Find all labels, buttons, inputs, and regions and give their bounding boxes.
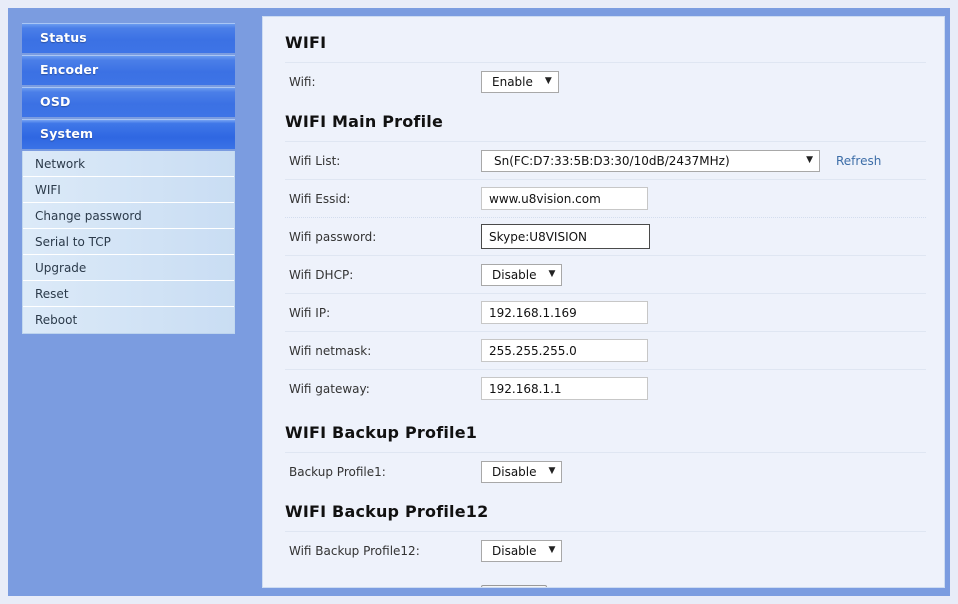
sidebar-subitem-label: Reset: [35, 287, 69, 301]
sidebar: Status Encoder OSD System Network WIFI C…: [22, 23, 235, 334]
content-panel: WIFI Wifi: Enable ▼ WIFI Main Profile Wi…: [262, 16, 945, 588]
apply-button[interactable]: Apply: [481, 585, 548, 587]
backup-profile1-select[interactable]: Disable ▼: [481, 460, 563, 483]
apply-spacer: [285, 585, 481, 587]
wifi-netmask-label: Wifi netmask:: [289, 343, 372, 358]
sidebar-item-serial-to-tcp[interactable]: Serial to TCP: [23, 229, 234, 255]
sidebar-item-status[interactable]: Status: [22, 23, 235, 53]
wifi-dhcp-select[interactable]: Disable ▼: [481, 263, 563, 286]
wifi-password-input[interactable]: [481, 224, 650, 249]
row-wifi-essid: Wifi Essid:: [285, 179, 926, 218]
row-wifi-netmask: Wifi netmask:: [285, 331, 926, 369]
wifi-dhcp-label: Wifi DHCP:: [289, 267, 354, 282]
sidebar-subitem-label: WIFI: [35, 183, 61, 197]
sidebar-item-label: System: [40, 126, 94, 141]
wifi-netmask-input[interactable]: [481, 339, 648, 362]
backup-profile1-value: Disable: [492, 464, 537, 479]
section-title-backup-profile12: WIFI Backup Profile12: [285, 502, 489, 521]
sidebar-item-change-password[interactable]: Change password: [23, 203, 234, 229]
row-wifi-dhcp: Wifi DHCP: Disable ▼: [285, 255, 926, 293]
backup-profile12-value: Disable: [492, 543, 537, 558]
row-backup-profile1: Backup Profile1: Disable ▼: [285, 452, 926, 490]
row-wifi-password: Wifi password:: [285, 218, 926, 255]
sidebar-subitem-label: Reboot: [35, 313, 78, 327]
sidebar-item-network[interactable]: Network: [23, 151, 234, 177]
sidebar-item-label: Encoder: [40, 62, 99, 77]
row-wifi-gateway: Wifi gateway:: [285, 369, 926, 407]
chevron-down-icon: ▼: [548, 466, 556, 476]
sidebar-item-osd[interactable]: OSD: [22, 87, 235, 117]
backup-profile1-label: Backup Profile1:: [289, 464, 386, 479]
sidebar-subitem-label: Serial to TCP: [35, 235, 111, 249]
wifi-essid-label: Wifi Essid:: [289, 191, 351, 206]
wifi-ip-input[interactable]: [481, 301, 648, 324]
refresh-link[interactable]: Refresh: [836, 154, 881, 168]
wifi-list-value: Sn(FC:D7:33:5B:D3:30/10dB/2437MHz): [494, 153, 730, 168]
chevron-down-icon: ▼: [806, 155, 813, 165]
sidebar-item-system[interactable]: System: [22, 119, 235, 149]
wifi-ip-label: Wifi IP:: [289, 305, 331, 320]
section-title-main-profile: WIFI Main Profile: [285, 112, 444, 131]
sidebar-item-encoder[interactable]: Encoder: [22, 55, 235, 85]
row-wifi: Wifi: Enable ▼: [285, 62, 926, 100]
backup-profile12-select[interactable]: Disable ▼: [481, 539, 563, 562]
row-backup-profile12: Wifi Backup Profile12: Disable ▼: [285, 531, 926, 569]
wifi-password-label: Wifi password:: [289, 229, 377, 244]
sidebar-subitem-label: Upgrade: [35, 261, 87, 275]
sidebar-item-wifi[interactable]: WIFI: [23, 177, 234, 203]
app-frame: Status Encoder OSD System Network WIFI C…: [8, 8, 950, 596]
apply-row: Apply: [285, 569, 926, 587]
sidebar-item-reset[interactable]: Reset: [23, 281, 234, 307]
section-title-backup-profile1: WIFI Backup Profile1: [285, 423, 478, 442]
wifi-gateway-input[interactable]: [481, 377, 648, 400]
row-wifi-ip: Wifi IP:: [285, 293, 926, 331]
wifi-gateway-label: Wifi gateway:: [289, 381, 370, 396]
backup-profile12-label: Wifi Backup Profile12:: [289, 543, 420, 558]
sidebar-item-reboot[interactable]: Reboot: [23, 307, 234, 333]
wifi-dhcp-value: Disable: [492, 267, 537, 282]
wifi-label: Wifi:: [289, 74, 316, 89]
sidebar-item-upgrade[interactable]: Upgrade: [23, 255, 234, 281]
row-wifi-list: Wifi List: Sn(FC:D7:33:5B:D3:30/10dB/243…: [285, 141, 926, 179]
sidebar-item-label: Status: [40, 30, 87, 45]
chevron-down-icon: ▼: [548, 269, 556, 279]
wifi-list-label: Wifi List:: [289, 153, 341, 168]
chevron-down-icon: ▼: [548, 545, 556, 555]
page-title: WIFI: [285, 33, 327, 52]
sidebar-subitem-label: Change password: [35, 209, 142, 223]
wifi-enable-value: Enable: [492, 74, 533, 89]
wifi-enable-select[interactable]: Enable ▼: [481, 70, 559, 93]
wifi-list-select[interactable]: Sn(FC:D7:33:5B:D3:30/10dB/2437MHz) ▼: [481, 149, 820, 172]
sidebar-subitem-label: Network: [35, 157, 86, 171]
wifi-essid-input[interactable]: [481, 187, 648, 210]
sidebar-item-label: OSD: [40, 94, 71, 109]
sidebar-submenu-system: Network WIFI Change password Serial to T…: [22, 151, 235, 334]
chevron-down-icon: ▼: [544, 76, 552, 86]
